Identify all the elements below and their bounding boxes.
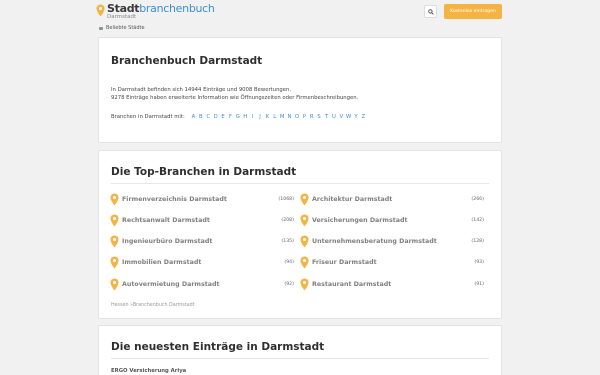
logo-city: Darmstadt (107, 14, 137, 20)
letter-link[interactable]: T (323, 114, 330, 120)
divider (111, 183, 489, 184)
category-item[interactable]: Architektur Darmstadt (266) (300, 193, 484, 205)
breadcrumb-hessen[interactable]: Hessen (111, 303, 129, 308)
map-pin-icon (300, 193, 309, 205)
breadcrumb-current: Branchenbuch Darmstadt (132, 303, 195, 308)
category-count: (128) (471, 239, 484, 245)
category-name: Firmenverzeichnis Darmstadt (122, 195, 227, 203)
letter-link[interactable]: V (338, 114, 345, 120)
map-pin-icon (110, 214, 119, 227)
category-count: (142) (471, 217, 484, 223)
letter-link[interactable]: W (345, 114, 352, 120)
category-name: Architektur Darmstadt (312, 195, 393, 203)
map-pin-icon (110, 193, 119, 205)
category-item[interactable]: Firmenverzeichnis Darmstadt (1068) (110, 193, 294, 205)
category-item[interactable]: Friseur Darmstadt (93) (300, 256, 484, 269)
category-item[interactable]: Versicherungen Darmstadt (142) (300, 214, 484, 227)
category-item[interactable]: Rechtsanwalt Darmstadt (208) (110, 214, 294, 227)
intro-card: Branchenbuch Darmstadt In Darmstadt befi… (98, 37, 502, 143)
popular-cities-label: Beliebte Städte (106, 25, 145, 31)
map-pin-icon (110, 278, 119, 291)
section-title: Die neuesten Einträge in Darmstadt (111, 341, 325, 353)
letter-link[interactable]: M (278, 114, 285, 120)
letter-link[interactable]: P (301, 114, 308, 120)
letter-link[interactable]: D (212, 114, 219, 120)
category-item[interactable]: Autovermietung Darmstadt (92) (110, 278, 294, 291)
letter-index: Branchen in Darmstadt mit: ABCDEFGHIJKLM… (111, 114, 367, 120)
map-pin-icon (300, 214, 309, 227)
intro-line-extended: 9278 Einträge haben erweiterte Informati… (111, 95, 359, 101)
map-pin-icon (96, 4, 105, 17)
intro-line-entries: In Darmstadt befinden sich 14944 Einträg… (111, 87, 292, 93)
category-name: Immobilien Darmstadt (122, 259, 202, 267)
popular-cities-link[interactable]: Beliebte Städte (99, 25, 145, 31)
newest-entries-card: Die neuesten Einträge in Darmstadt ERGO … (98, 325, 502, 375)
letter-link[interactable]: N (286, 114, 293, 120)
search-icon (427, 8, 434, 15)
letter-link[interactable]: G (234, 114, 241, 120)
category-count: (1068) (278, 196, 294, 202)
letter-index-label: Branchen in Darmstadt mit: (111, 114, 185, 120)
section-title: Die Top-Branchen in Darmstadt (111, 166, 297, 178)
map-pin-icon (300, 235, 309, 248)
category-count: (135) (281, 239, 294, 245)
category-name: Restaurant Darmstadt (312, 280, 392, 288)
letter-link[interactable]: U (330, 114, 337, 120)
letter-link[interactable]: J (256, 114, 263, 120)
letter-link[interactable]: B (197, 114, 204, 120)
letter-links: ABCDEFGHIJKLMNOPRSTUVWYZ (190, 114, 367, 120)
site-header: Stadtbranchenbuch Darmstadt Kostenlos ei… (0, 0, 600, 22)
category-count: (93) (474, 260, 484, 266)
category-name: Rechtsanwalt Darmstadt (122, 216, 210, 224)
add-entry-button[interactable]: Kostenlos eintragen (444, 4, 502, 19)
map-pin-icon (110, 256, 119, 269)
category-count: (94) (284, 260, 294, 266)
category-name: Unternehmensberatung Darmstadt (312, 238, 437, 246)
letter-link[interactable]: Z (360, 114, 367, 120)
breadcrumb: Hessen »Branchenbuch Darmstadt (111, 303, 195, 308)
search-button[interactable] (424, 5, 437, 18)
category-count: (208) (281, 217, 294, 223)
map-pin-icon (300, 256, 309, 269)
intro-description: In Darmstadt befinden sich 14944 Einträg… (111, 86, 358, 102)
category-count: (92) (284, 281, 294, 287)
logo-title: Stadtbranchenbuch (107, 2, 215, 15)
list-icon (99, 26, 103, 30)
category-name: Versicherungen Darmstadt (312, 216, 408, 224)
category-item[interactable]: Unternehmensberatung Darmstadt (128) (300, 235, 484, 248)
letter-link[interactable]: E (219, 114, 226, 120)
entry-link[interactable]: ERGO Versicherung Ariya (111, 368, 186, 374)
letter-link[interactable]: S (315, 114, 322, 120)
letter-link[interactable]: Y (352, 114, 359, 120)
category-name: Autovermietung Darmstadt (122, 280, 220, 288)
category-name: Friseur Darmstadt (312, 259, 377, 267)
letter-link[interactable]: R (308, 114, 315, 120)
map-pin-icon (110, 235, 119, 248)
divider (111, 358, 489, 359)
top-categories-card: Die Top-Branchen in Darmstadt Firmenverz… (98, 150, 502, 319)
letter-link[interactable]: K (264, 114, 271, 120)
letter-link[interactable]: C (205, 114, 212, 120)
letter-link[interactable]: A (190, 114, 197, 120)
category-name: Ingenieurbüro Darmstadt (122, 238, 213, 246)
category-item[interactable]: Restaurant Darmstadt (91) (300, 278, 484, 291)
letter-link[interactable]: H (242, 114, 249, 120)
letter-link[interactable]: L (271, 114, 278, 120)
category-item[interactable]: Ingenieurbüro Darmstadt (135) (110, 235, 294, 248)
site-logo[interactable]: Stadtbranchenbuch Darmstadt (96, 3, 215, 21)
category-item[interactable]: Immobilien Darmstadt (94) (110, 256, 294, 269)
letter-link[interactable]: O (293, 114, 300, 120)
category-count: (91) (474, 281, 484, 287)
letter-link[interactable]: I (249, 114, 256, 120)
category-count: (266) (471, 196, 484, 202)
letter-link[interactable]: F (227, 114, 234, 120)
map-pin-icon (300, 278, 309, 291)
page-title: Branchenbuch Darmstadt (111, 55, 263, 67)
